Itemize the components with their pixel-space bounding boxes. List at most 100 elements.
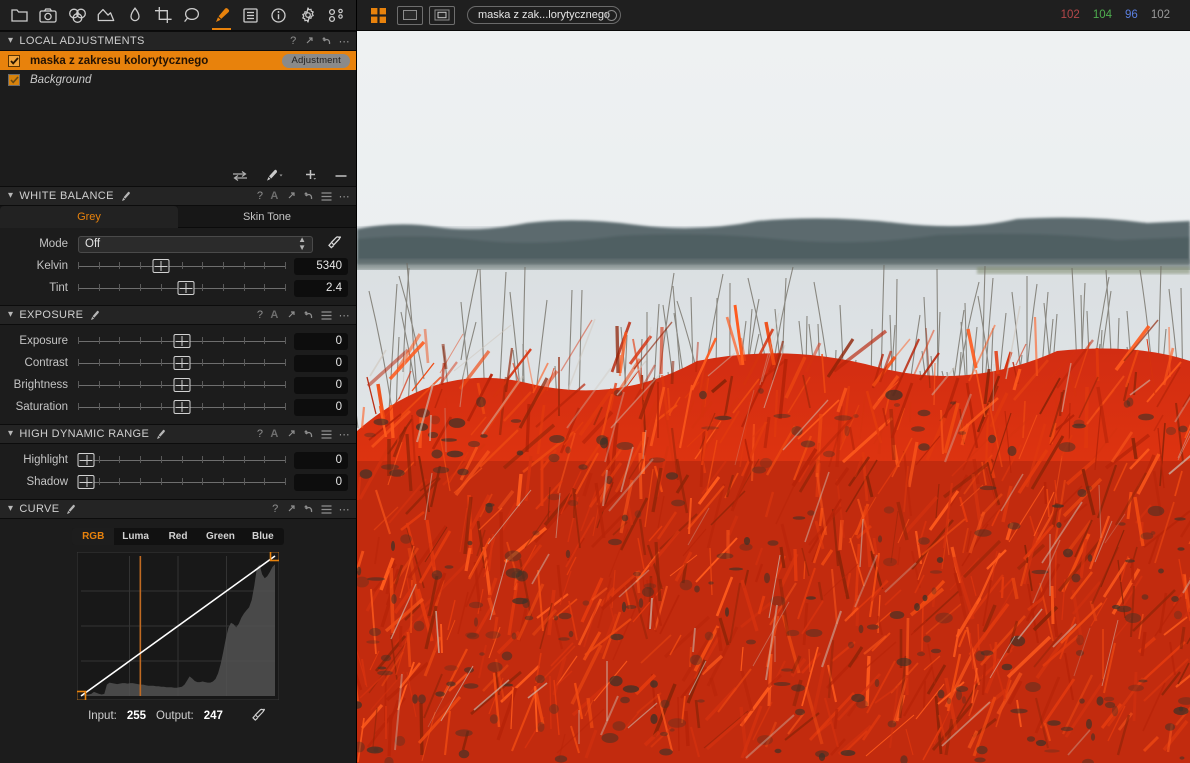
slider-knob[interactable]	[173, 400, 190, 414]
image-canvas[interactable]	[357, 31, 1190, 763]
slider-knob[interactable]	[77, 475, 95, 489]
framed-view-icon[interactable]	[429, 5, 455, 25]
brightness-value[interactable]: 0	[294, 376, 348, 394]
brush-icon[interactable]	[207, 1, 236, 30]
expand-icon[interactable]	[286, 429, 296, 439]
lens-icon[interactable]	[120, 1, 149, 30]
help-icon[interactable]: ?	[257, 428, 263, 440]
brush-dropdown-icon[interactable]	[264, 169, 284, 182]
highlight-slider[interactable]	[77, 449, 286, 471]
help-icon[interactable]: ?	[257, 309, 263, 321]
pencil-icon[interactable]	[120, 191, 131, 202]
tab-rgb[interactable]: RGB	[72, 528, 115, 545]
presets-icon[interactable]	[321, 310, 332, 320]
auto-icon[interactable]: A	[270, 309, 278, 321]
layer-visibility-checkbox[interactable]	[8, 73, 20, 86]
gear-icon[interactable]	[293, 1, 322, 30]
expand-icon[interactable]	[304, 36, 314, 46]
ellipsis-icon[interactable]: ⋯	[339, 35, 350, 48]
presets-icon[interactable]	[321, 429, 332, 439]
presets-icon[interactable]	[321, 191, 332, 201]
pencil-icon[interactable]	[155, 429, 166, 440]
chevron-down-icon[interactable]: ▾	[8, 191, 13, 201]
tab-grey[interactable]: Grey	[0, 206, 178, 228]
image-name-field[interactable]: maska z zak...lorytycznego	[467, 6, 622, 24]
section-header-exposure[interactable]: ▾ EXPOSURE ? A ⋯	[0, 305, 356, 325]
help-icon[interactable]: ?	[290, 35, 296, 47]
brightness-slider[interactable]	[78, 374, 286, 396]
chevron-down-icon[interactable]: ▾	[8, 429, 13, 439]
curve-eyedropper-icon[interactable]	[251, 708, 268, 724]
highlight-value[interactable]: 0	[294, 451, 348, 469]
list-icon[interactable]	[236, 1, 265, 30]
tab-skin-tone[interactable]: Skin Tone	[178, 206, 356, 228]
tab-blue[interactable]: Blue	[242, 528, 284, 545]
batch-icon[interactable]	[322, 1, 351, 30]
ellipsis-icon[interactable]: ⋯	[339, 190, 350, 203]
tab-luma[interactable]: Luma	[114, 528, 156, 545]
crop-icon[interactable]	[149, 1, 178, 30]
reset-icon[interactable]	[321, 36, 332, 46]
camera-icon[interactable]	[34, 1, 63, 30]
chevron-down-icon[interactable]: ▾	[8, 36, 13, 46]
tab-red[interactable]: Red	[157, 528, 199, 545]
pencil-icon[interactable]	[65, 504, 76, 515]
layer-row[interactable]: Background	[0, 70, 356, 89]
eyedropper-icon[interactable]	[322, 235, 348, 253]
chevron-down-icon[interactable]: ▾	[8, 310, 13, 320]
help-icon[interactable]: ?	[272, 503, 278, 515]
layer-visibility-checkbox[interactable]	[8, 54, 20, 67]
kelvin-value[interactable]: 5340	[294, 257, 348, 275]
presets-icon[interactable]	[321, 504, 332, 514]
chevron-down-icon[interactable]: ▾	[8, 504, 13, 514]
remove-layer-icon[interactable]	[334, 170, 348, 182]
reset-icon[interactable]	[303, 429, 314, 439]
section-header-curve[interactable]: ▾ CURVE ? ⋯	[0, 499, 356, 519]
expand-icon[interactable]	[286, 191, 296, 201]
shadow-slider[interactable]	[77, 471, 286, 493]
expand-icon[interactable]	[286, 310, 296, 320]
curve-graph[interactable]	[77, 552, 279, 700]
reset-icon[interactable]	[303, 191, 314, 201]
swap-arrows-icon[interactable]	[232, 170, 248, 182]
pencil-icon[interactable]	[89, 310, 100, 321]
kelvin-slider[interactable]	[78, 255, 286, 277]
exposure-icon[interactable]	[91, 1, 120, 30]
info-icon[interactable]	[264, 1, 293, 30]
tint-value[interactable]: 2.4	[294, 279, 348, 297]
shadow-value[interactable]: 0	[294, 473, 348, 491]
name-edit-icon[interactable]	[606, 10, 618, 21]
slider-knob[interactable]	[173, 356, 190, 370]
grid-view-icon[interactable]	[365, 6, 391, 25]
saturation-value[interactable]: 0	[294, 398, 348, 416]
ellipsis-icon[interactable]: ⋯	[339, 428, 350, 441]
ellipsis-icon[interactable]: ⋯	[339, 503, 350, 516]
mode-select[interactable]: Off ▲ ▼	[78, 235, 313, 253]
auto-icon[interactable]: A	[270, 428, 278, 440]
contrast-value[interactable]: 0	[294, 354, 348, 372]
color-wheels-icon[interactable]	[63, 1, 92, 30]
layer-row[interactable]: maska z zakresu kolorytycznego Adjustmen…	[0, 51, 356, 70]
single-view-icon[interactable]	[397, 5, 423, 25]
reset-icon[interactable]	[303, 310, 314, 320]
reset-icon[interactable]	[303, 504, 314, 514]
curve-canvas[interactable]	[77, 552, 279, 700]
slider-knob[interactable]	[177, 281, 195, 295]
section-header-hdr[interactable]: ▾ HIGH DYNAMIC RANGE ? A ⋯	[0, 424, 356, 444]
slider-knob[interactable]	[152, 259, 170, 273]
auto-icon[interactable]: A	[270, 190, 278, 202]
section-header-local-adjustments[interactable]: ▾ LOCAL ADJUSTMENTS ? ⋯	[0, 31, 356, 51]
contrast-slider[interactable]	[78, 352, 286, 374]
section-header-white-balance[interactable]: ▾ WHITE BALANCE ? A ⋯	[0, 186, 356, 206]
slider-knob[interactable]	[173, 334, 190, 348]
magnifier-icon[interactable]	[178, 1, 207, 30]
tab-green[interactable]: Green	[199, 528, 241, 545]
folder-icon[interactable]	[5, 1, 34, 30]
add-layer-icon[interactable]	[300, 169, 318, 182]
slider-knob[interactable]	[173, 378, 190, 392]
exposure-value[interactable]: 0	[294, 332, 348, 350]
saturation-slider[interactable]	[78, 396, 286, 418]
slider-knob[interactable]	[77, 453, 95, 467]
expand-icon[interactable]	[286, 504, 296, 514]
ellipsis-icon[interactable]: ⋯	[339, 309, 350, 322]
